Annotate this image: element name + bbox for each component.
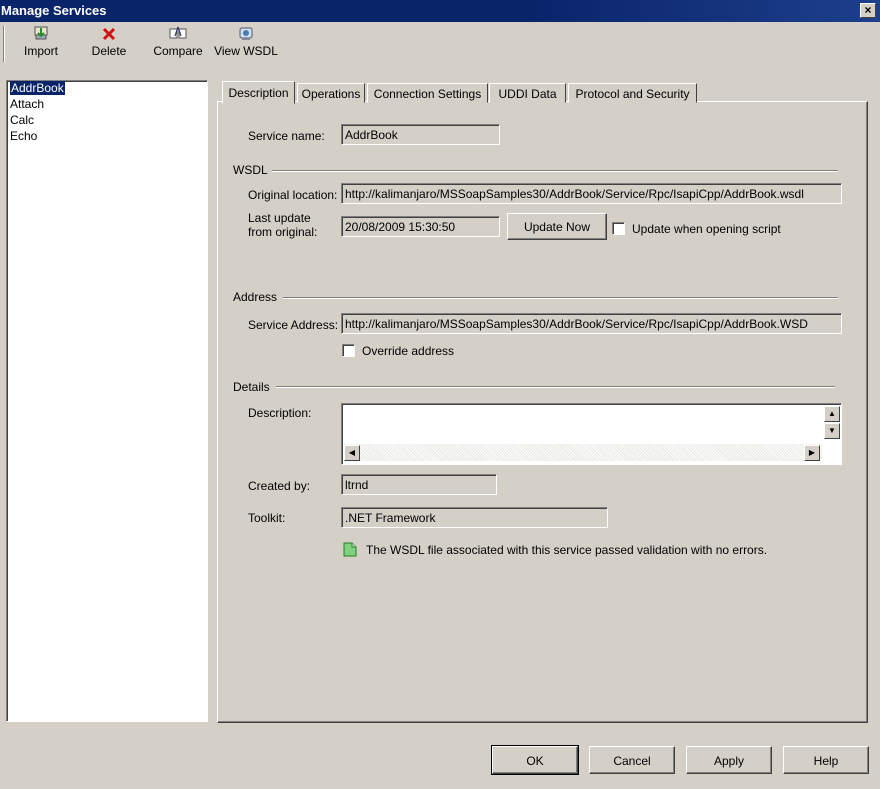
- tab-protocol-and-security[interactable]: Protocol and Security: [568, 83, 697, 103]
- service-item-calc[interactable]: Calc: [7, 113, 207, 129]
- service-list[interactable]: AddrBook Attach Calc Echo: [6, 80, 208, 722]
- scroll-down-icon: ▼: [828, 426, 836, 435]
- import-label: Import: [23, 44, 58, 58]
- tab-connection-settings[interactable]: Connection Settings: [367, 83, 488, 103]
- service-address-label: Service Address:: [248, 318, 339, 332]
- view-wsdl-button[interactable]: View WSDL: [213, 24, 279, 64]
- service-item-addrbook[interactable]: AddrBook: [7, 81, 207, 97]
- toolkit-field[interactable]: .NET Framework: [341, 507, 608, 528]
- close-icon: ×: [864, 3, 872, 17]
- tab-description[interactable]: Description: [222, 81, 295, 104]
- compare-label: Compare: [153, 44, 203, 58]
- delete-label: Delete: [91, 44, 127, 58]
- scroll-right-button[interactable]: ▶: [804, 445, 820, 461]
- scroll-left-icon: ◀: [348, 448, 356, 457]
- update-when-opening-checkbox[interactable]: [612, 222, 625, 235]
- compare-button[interactable]: Compare: [151, 24, 205, 64]
- tab-uddi-data[interactable]: UDDI Data: [489, 83, 566, 103]
- wsdl-group-divider: [272, 170, 838, 172]
- toolkit-label: Toolkit:: [248, 511, 286, 525]
- scroll-right-icon: ▶: [808, 448, 816, 457]
- import-button[interactable]: Import: [18, 24, 64, 64]
- validation-ok-icon: [343, 542, 357, 557]
- toolbar-separator: [3, 26, 5, 62]
- delete-icon: [102, 27, 116, 41]
- service-item-attach[interactable]: Attach: [7, 97, 207, 113]
- service-item-echo[interactable]: Echo: [7, 129, 207, 145]
- scroll-left-button[interactable]: ◀: [344, 445, 360, 461]
- address-group-label: Address: [233, 290, 278, 304]
- apply-button[interactable]: Apply: [686, 746, 772, 774]
- wsdl-group-label: WSDL: [233, 163, 268, 177]
- description-textarea[interactable]: ▲ ▼ ◀ ▶: [341, 403, 842, 465]
- last-update-label-line2: from original:: [248, 225, 318, 239]
- scroll-down-button[interactable]: ▼: [824, 423, 840, 439]
- created-by-label: Created by:: [248, 479, 311, 493]
- last-update-field[interactable]: 20/08/2009 15:30:50: [341, 216, 500, 237]
- override-address-checkbox[interactable]: [342, 344, 355, 357]
- service-name-label: Service name:: [248, 129, 325, 143]
- update-when-opening-label: Update when opening script: [632, 222, 781, 236]
- scroll-up-icon: ▲: [828, 409, 836, 418]
- tab-operations[interactable]: Operations: [297, 83, 365, 103]
- description-label: Description:: [248, 406, 312, 420]
- close-button[interactable]: ×: [860, 3, 876, 18]
- original-location-label: Original location:: [248, 188, 338, 202]
- delete-button[interactable]: Delete: [87, 24, 131, 64]
- scroll-up-button[interactable]: ▲: [824, 406, 840, 422]
- title-bar: Manage Services ×: [0, 0, 880, 22]
- details-group-divider: [276, 386, 835, 388]
- ok-button[interactable]: OK: [491, 745, 579, 775]
- view-wsdl-icon: [239, 27, 253, 40]
- view-wsdl-label: View WSDL: [214, 44, 278, 58]
- created-by-field[interactable]: ltrnd: [341, 474, 497, 495]
- window-title: Manage Services: [1, 3, 107, 18]
- cancel-button[interactable]: Cancel: [589, 746, 675, 774]
- import-icon: [34, 26, 48, 40]
- update-now-button[interactable]: Update Now: [507, 213, 607, 240]
- compare-icon: [169, 26, 187, 39]
- original-location-field[interactable]: http://kalimanjaro/MSSoapSamples30/AddrB…: [341, 183, 842, 204]
- help-button[interactable]: Help: [783, 746, 869, 774]
- service-address-field[interactable]: http://kalimanjaro/MSSoapSamples30/AddrB…: [341, 313, 842, 334]
- validation-message: The WSDL file associated with this servi…: [366, 543, 768, 557]
- override-address-label: Override address: [362, 344, 455, 358]
- details-group-label: Details: [233, 380, 270, 394]
- toolbar: Import Delete Compare View WSDL: [0, 22, 880, 66]
- horizontal-scrollbar[interactable]: [344, 444, 822, 461]
- service-name-field[interactable]: AddrBook: [341, 124, 500, 145]
- last-update-label-line1: Last update: [248, 211, 311, 225]
- address-group-divider: [283, 297, 838, 299]
